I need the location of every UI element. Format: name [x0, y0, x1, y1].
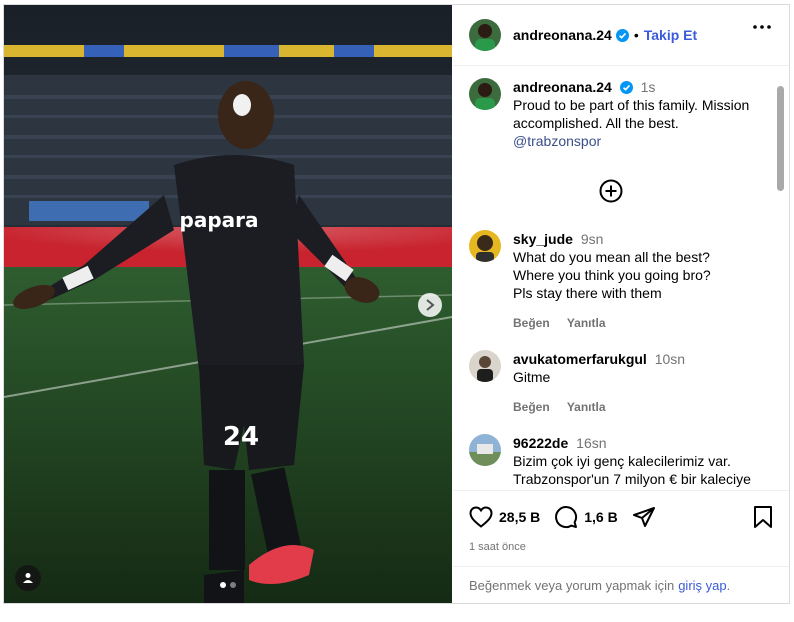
caption: andreonana.24 1s Proud to be part of thi… — [469, 78, 769, 158]
comment-item: 96222de 16sn Bizim çok iyi genç kalecile… — [469, 434, 769, 490]
commenter-avatar[interactable] — [469, 434, 501, 466]
login-prompt: Beğenmek veya yorum yapmak için giriş ya… — [453, 566, 789, 603]
post-actions: 28,5 B 1,6 B 1 saat önce Beğenmek veya y… — [453, 490, 789, 603]
share-icon[interactable] — [632, 505, 656, 529]
commenter-avatar[interactable] — [469, 230, 501, 262]
like-comment-button[interactable]: Beğen — [513, 316, 550, 330]
comment-line: Gitme — [513, 369, 551, 385]
post-time[interactable]: 1 saat önce — [469, 541, 526, 553]
comment-line: Pls stay there with them — [513, 285, 662, 301]
post-photo[interactable]: papara 24 — [4, 5, 452, 603]
login-prompt-text: Beğenmek veya yorum yapmak için — [469, 578, 675, 593]
verified-icon — [615, 28, 629, 42]
login-prompt-suffix: . — [726, 578, 731, 593]
scrollbar-thumb[interactable] — [777, 86, 784, 191]
more-icon[interactable] — [753, 25, 771, 29]
carousel-indicator — [220, 582, 236, 588]
commenter-avatar[interactable] — [469, 350, 501, 382]
reply-button[interactable]: Yanıtla — [567, 316, 606, 330]
comments-list[interactable]: andreonana.24 1s Proud to be part of thi… — [453, 66, 789, 490]
bookmark-icon[interactable] — [753, 505, 773, 529]
comment-line: Bizim çok iyi genç kalecilerimiz var. — [513, 453, 731, 469]
stadium-photo: papara 24 — [4, 5, 452, 603]
carousel-dot — [220, 582, 226, 588]
like-count[interactable]: 28,5 B — [499, 509, 540, 525]
comment-item: sky_jude 9sn What do you mean all the be… — [469, 230, 769, 330]
caption-time[interactable]: 1s — [641, 79, 656, 95]
post-side-panel: andreonana.24 • Takip Et andreonana.24 1… — [453, 5, 789, 603]
comment-time[interactable]: 10sn — [655, 351, 685, 367]
shorts-number: 24 — [223, 422, 259, 452]
jersey-sponsor: papara — [180, 208, 259, 232]
comment-line: Where you think you going bro? — [513, 267, 711, 283]
comment-line: Trabzonspor'un 7 milyon € bir kaleciye — [513, 471, 751, 487]
comment-count[interactable]: 1,6 B — [584, 509, 617, 525]
comment-username[interactable]: 96222de — [513, 435, 568, 451]
comment-username[interactable]: sky_jude — [513, 231, 573, 247]
comments-scrollbar[interactable] — [776, 76, 784, 488]
chevron-right-icon — [426, 299, 435, 311]
author-username[interactable]: andreonana.24 — [513, 27, 612, 43]
post-dialog: papara 24 andreonana.24 • Takip Et andre… — [3, 4, 790, 604]
comment-username[interactable]: avukatomerfarukgul — [513, 351, 647, 367]
add-comment-icon[interactable] — [599, 179, 623, 203]
comment-line: What do you mean all the best? — [513, 249, 710, 265]
carousel-dot — [230, 582, 236, 588]
caption-mention[interactable]: @trabzonspor — [513, 133, 601, 149]
comment-item: avukatomerfarukgul 10sn Gitme Beğen Yanı… — [469, 350, 769, 420]
like-comment-button[interactable]: Beğen — [513, 400, 550, 414]
caption-text: Proud to be part of this family. Mission… — [513, 97, 750, 131]
author-avatar[interactable] — [469, 78, 501, 110]
post-header: andreonana.24 • Takip Et — [453, 5, 789, 66]
reply-button[interactable]: Yanıtla — [567, 400, 606, 414]
user-tag-button[interactable] — [15, 565, 41, 591]
caption-username[interactable]: andreonana.24 — [513, 79, 612, 95]
user-tag-icon — [23, 573, 33, 583]
follow-button[interactable]: Takip Et — [644, 27, 697, 43]
heart-icon[interactable] — [469, 506, 493, 528]
login-link[interactable]: giriş yap — [678, 578, 726, 593]
next-photo-button[interactable] — [418, 293, 442, 317]
header-separator: • — [633, 27, 639, 43]
comment-time[interactable]: 9sn — [581, 231, 604, 247]
verified-icon — [619, 81, 633, 94]
comment-icon[interactable] — [554, 505, 578, 529]
comment-time[interactable]: 16sn — [576, 435, 606, 451]
author-avatar[interactable] — [469, 19, 501, 51]
